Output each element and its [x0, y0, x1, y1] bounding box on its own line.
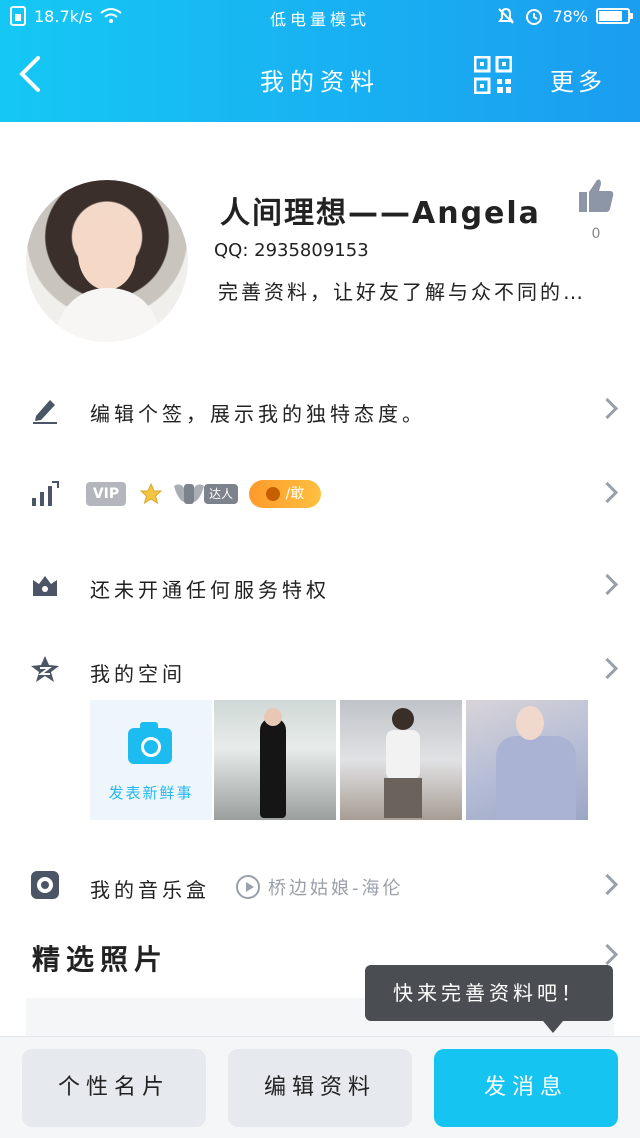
- edit-profile-button[interactable]: 编辑资料: [228, 1049, 412, 1127]
- space-text: 我的空间: [90, 662, 186, 686]
- bottom-action-bar: 个性名片 编辑资料 发消息: [0, 1036, 640, 1138]
- status-right: 78%: [496, 6, 633, 26]
- services-text: 还未开通任何服务特权: [90, 578, 330, 602]
- photo-figure: [386, 730, 420, 780]
- daren-label: 达人: [204, 484, 238, 504]
- like-button[interactable]: 0: [576, 176, 616, 246]
- crown-coin-icon: [265, 487, 280, 501]
- post-new-label: 发表新鲜事: [108, 784, 194, 802]
- nav-bar: 我的资料 更多: [0, 40, 640, 116]
- complete-profile-tooltip[interactable]: 快来完善资料吧！: [365, 965, 613, 1033]
- chevron-right-icon: [600, 874, 614, 898]
- level-label: /敢: [285, 486, 305, 502]
- signature-row[interactable]: 编辑个签，展示我的独特态度。: [0, 380, 640, 440]
- page-title: 我的资料: [260, 68, 380, 96]
- post-new-button[interactable]: 发表新鲜事: [90, 700, 212, 820]
- signature-text: 编辑个签，展示我的独特态度。: [90, 402, 426, 426]
- photo-head: [516, 706, 544, 740]
- qq-number: QQ: 2935809153: [214, 240, 369, 261]
- space-photo[interactable]: [466, 700, 588, 820]
- qzone-star-icon: [31, 656, 59, 682]
- alarm-icon: [526, 9, 543, 25]
- music-box-icon: [31, 871, 59, 899]
- more-button[interactable]: 更多: [550, 62, 606, 97]
- space-photo[interactable]: [214, 700, 336, 820]
- chevron-right-icon: [600, 482, 614, 506]
- battery-percent: 78%: [552, 6, 588, 26]
- song-title: 桥边姑娘-海伦: [268, 878, 404, 899]
- photo-dress: [496, 736, 576, 820]
- qr-code-button[interactable]: [473, 55, 513, 95]
- play-icon: [236, 875, 260, 899]
- badges-row[interactable]: VIP 达人 /敢: [0, 464, 640, 524]
- winged-badge-icon: [174, 484, 204, 504]
- chevron-right-icon: [600, 398, 614, 422]
- crown-icon: [33, 576, 57, 596]
- nickname: 人间理想——Angelab…: [220, 196, 540, 231]
- pencil-icon: [33, 400, 57, 424]
- avatar-face: [78, 218, 136, 290]
- chevron-right-icon: [600, 658, 614, 682]
- mute-bell-icon: [498, 7, 515, 24]
- vip-badge: VIP: [86, 482, 126, 506]
- space-photo[interactable]: [340, 700, 462, 820]
- qr-code-icon: [473, 55, 513, 95]
- space-row[interactable]: 我的空间: [0, 640, 640, 700]
- music-text: 我的音乐盒: [90, 878, 210, 902]
- send-message-button[interactable]: 发消息: [434, 1049, 618, 1127]
- like-count: 0: [591, 226, 601, 242]
- avatar-shirt: [56, 288, 160, 342]
- photo-skirt: [384, 778, 422, 818]
- status-bar: 18.7k/s 低电量模式 78%: [0, 0, 640, 34]
- services-row[interactable]: 还未开通任何服务特权: [0, 556, 640, 616]
- photo-head: [392, 708, 414, 730]
- profile-completion-hint[interactable]: 完善资料，让好友了解与众不同的…: [218, 276, 608, 305]
- now-playing[interactable]: 桥边姑娘-海伦: [236, 874, 404, 900]
- star-icon: [139, 482, 163, 505]
- chevron-right-icon: [600, 574, 614, 598]
- daren-badge: 达人: [172, 478, 238, 508]
- battery-icon: [596, 8, 633, 24]
- thumbs-up-icon: [579, 179, 614, 212]
- profile-card-button[interactable]: 个性名片: [22, 1049, 206, 1127]
- photo-figure: [260, 718, 286, 818]
- camera-icon: [128, 722, 172, 764]
- bar-chart-icon: [32, 481, 59, 506]
- avatar[interactable]: [26, 180, 188, 342]
- photo-head: [264, 708, 282, 726]
- header: 18.7k/s 低电量模式 78% 我的资料 更多: [0, 0, 640, 122]
- featured-photos-title: 精选照片: [32, 943, 169, 976]
- level-badge: /敢: [249, 480, 321, 508]
